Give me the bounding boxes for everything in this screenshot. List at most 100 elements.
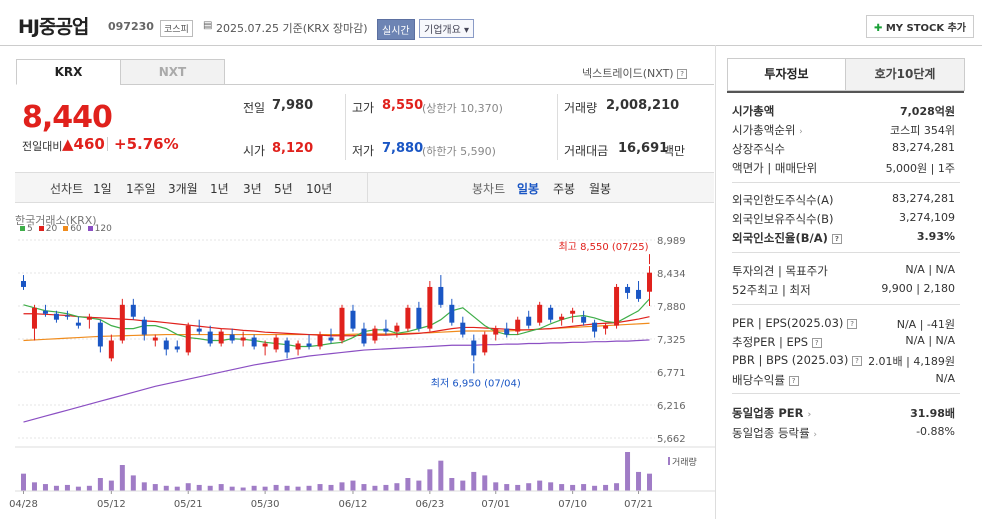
nxt-note-text: 넥스트레이드(NXT) — [582, 67, 674, 80]
info-key: 시가총액 — [732, 104, 775, 118]
candle-body — [394, 325, 400, 332]
info-key: 상장주식수 — [732, 142, 785, 156]
stock-code: 097230 — [108, 20, 154, 33]
candle-body — [625, 286, 631, 293]
mystock-label: MY STOCK 추가 — [885, 23, 966, 34]
candle-body — [438, 286, 444, 305]
candle-body — [471, 340, 477, 356]
info-key-text: PER | EPS(2025.03) — [732, 316, 844, 330]
info-key: 외국인보유주식수(B) — [732, 212, 834, 226]
prev-value: 7,980 — [272, 98, 314, 113]
volume-bar — [559, 484, 565, 491]
mystock-add-button[interactable]: ✚ MY STOCK 추가 — [865, 15, 974, 38]
candle-body — [86, 316, 92, 320]
volume-bar — [163, 485, 169, 491]
info-value: 9,900 | 2,180 — [881, 282, 955, 295]
candle-body — [20, 281, 26, 287]
candle-body — [273, 337, 279, 350]
volume-bar — [504, 484, 510, 491]
x-tick-label: 06/12 — [339, 499, 368, 510]
info-value: 2.01배 | 4,189원 — [868, 355, 955, 368]
help-icon[interactable]: ? — [788, 375, 799, 386]
y-tick-label: 7,880 — [657, 302, 686, 313]
candle-chart-label: 봉차트 — [472, 182, 506, 196]
candle-body — [548, 307, 554, 320]
info-divider — [732, 304, 960, 305]
volume-value: 2,008,210 — [606, 98, 680, 113]
info-value: 코스피 354위 — [890, 124, 955, 137]
candle-body — [570, 310, 576, 314]
info-value: N/A | -41원 — [896, 318, 955, 331]
help-icon[interactable]: ? — [677, 69, 688, 79]
x-tick-label: 05/12 — [97, 499, 126, 510]
candle-body — [240, 337, 246, 341]
volume-bar — [383, 484, 389, 491]
tab-underline — [225, 84, 714, 85]
info-key: 동일업종 등락률 › — [732, 425, 817, 441]
volume-bar — [647, 473, 653, 491]
period-3m[interactable]: 3개월 — [168, 180, 198, 197]
tab-orderbook[interactable]: 호가10단계 — [845, 58, 965, 91]
volume-bar — [229, 486, 235, 491]
help-icon[interactable]: ? — [847, 318, 858, 329]
help-icon[interactable]: ? — [831, 233, 842, 244]
tab-invest-info[interactable]: 투자정보 — [727, 58, 846, 91]
volume-bar — [405, 478, 411, 491]
period-1y[interactable]: 1년 — [210, 180, 229, 197]
change-label: 전일대비 — [22, 140, 63, 153]
info-key: 동일업종 PER › — [732, 405, 811, 421]
volume-bar — [515, 484, 521, 491]
volume-bar — [262, 486, 268, 491]
candle-monthly[interactable]: 월봉 — [589, 180, 611, 197]
nxt-note[interactable]: 넥스트레이드(NXT) ? — [582, 65, 688, 81]
info-key: 외국인한도주식수(A) — [732, 193, 834, 207]
candle-body — [482, 334, 488, 353]
info-value: 5,000원 | 1주 — [885, 162, 955, 175]
help-icon[interactable]: ? — [811, 337, 822, 348]
volume-label: 거래량 — [564, 101, 598, 115]
info-value: N/A | N/A — [905, 263, 955, 276]
info-value: -0.88% — [916, 425, 955, 438]
volume-legend-swatch — [668, 457, 670, 465]
high-value: 8,550 — [382, 98, 424, 113]
candle-daily[interactable]: 일봉 — [517, 180, 539, 197]
info-key: 외국인소진율(B/A) ? — [732, 230, 842, 246]
volume-bar — [482, 475, 488, 491]
info-key: 52주최고 | 최저 — [732, 283, 811, 297]
candle-body — [339, 307, 345, 341]
period-1w[interactable]: 1주일 — [126, 180, 156, 197]
tab-nxt[interactable]: NXT — [120, 59, 225, 85]
candle-body — [207, 331, 213, 344]
candle-body — [141, 319, 147, 335]
volume-bar — [614, 483, 620, 491]
x-tick-label: 07/21 — [624, 499, 653, 510]
info-key: 추정PER | EPS ? — [732, 334, 822, 350]
realtime-button[interactable]: 실시간 — [377, 19, 415, 40]
candle-weekly[interactable]: 주봉 — [553, 180, 575, 197]
high-annotation: 최고 8,550 (07/25) — [558, 241, 648, 253]
candle-body — [295, 343, 301, 350]
volume-bar — [251, 485, 257, 491]
period-1d[interactable]: 1일 — [93, 180, 112, 197]
period-3y[interactable]: 3년 — [243, 180, 262, 197]
chevron-right-icon: › — [799, 127, 803, 137]
quote-divider-2 — [557, 94, 558, 160]
x-tick-label: 04/28 — [9, 499, 38, 510]
price-chart[interactable]: 8,989 8,434 7,880 7,325 6,771 6,216 5,662 최고 8,… — [0, 230, 715, 519]
company-overview-button[interactable]: 기업개요 ▾ — [419, 19, 474, 38]
info-value: N/A | N/A — [905, 334, 955, 347]
volume-bar — [31, 482, 37, 491]
volume-bar — [636, 471, 642, 491]
x-tick-label: 07/01 — [481, 499, 510, 510]
period-10y[interactable]: 10년 — [306, 180, 332, 197]
help-icon[interactable]: ? — [851, 355, 862, 366]
volume-bar — [75, 486, 81, 491]
info-key: PBR | BPS (2025.03) ? — [732, 353, 862, 367]
info-divider — [732, 252, 960, 253]
info-value: 83,274,281 — [892, 141, 955, 154]
current-price: 8,440 — [22, 100, 113, 135]
info-key-text: 시가총액순위 — [732, 123, 796, 137]
tab-krx[interactable]: KRX — [16, 59, 121, 85]
lower-limit: (하한가 5,590) — [422, 145, 496, 158]
period-5y[interactable]: 5년 — [274, 180, 293, 197]
